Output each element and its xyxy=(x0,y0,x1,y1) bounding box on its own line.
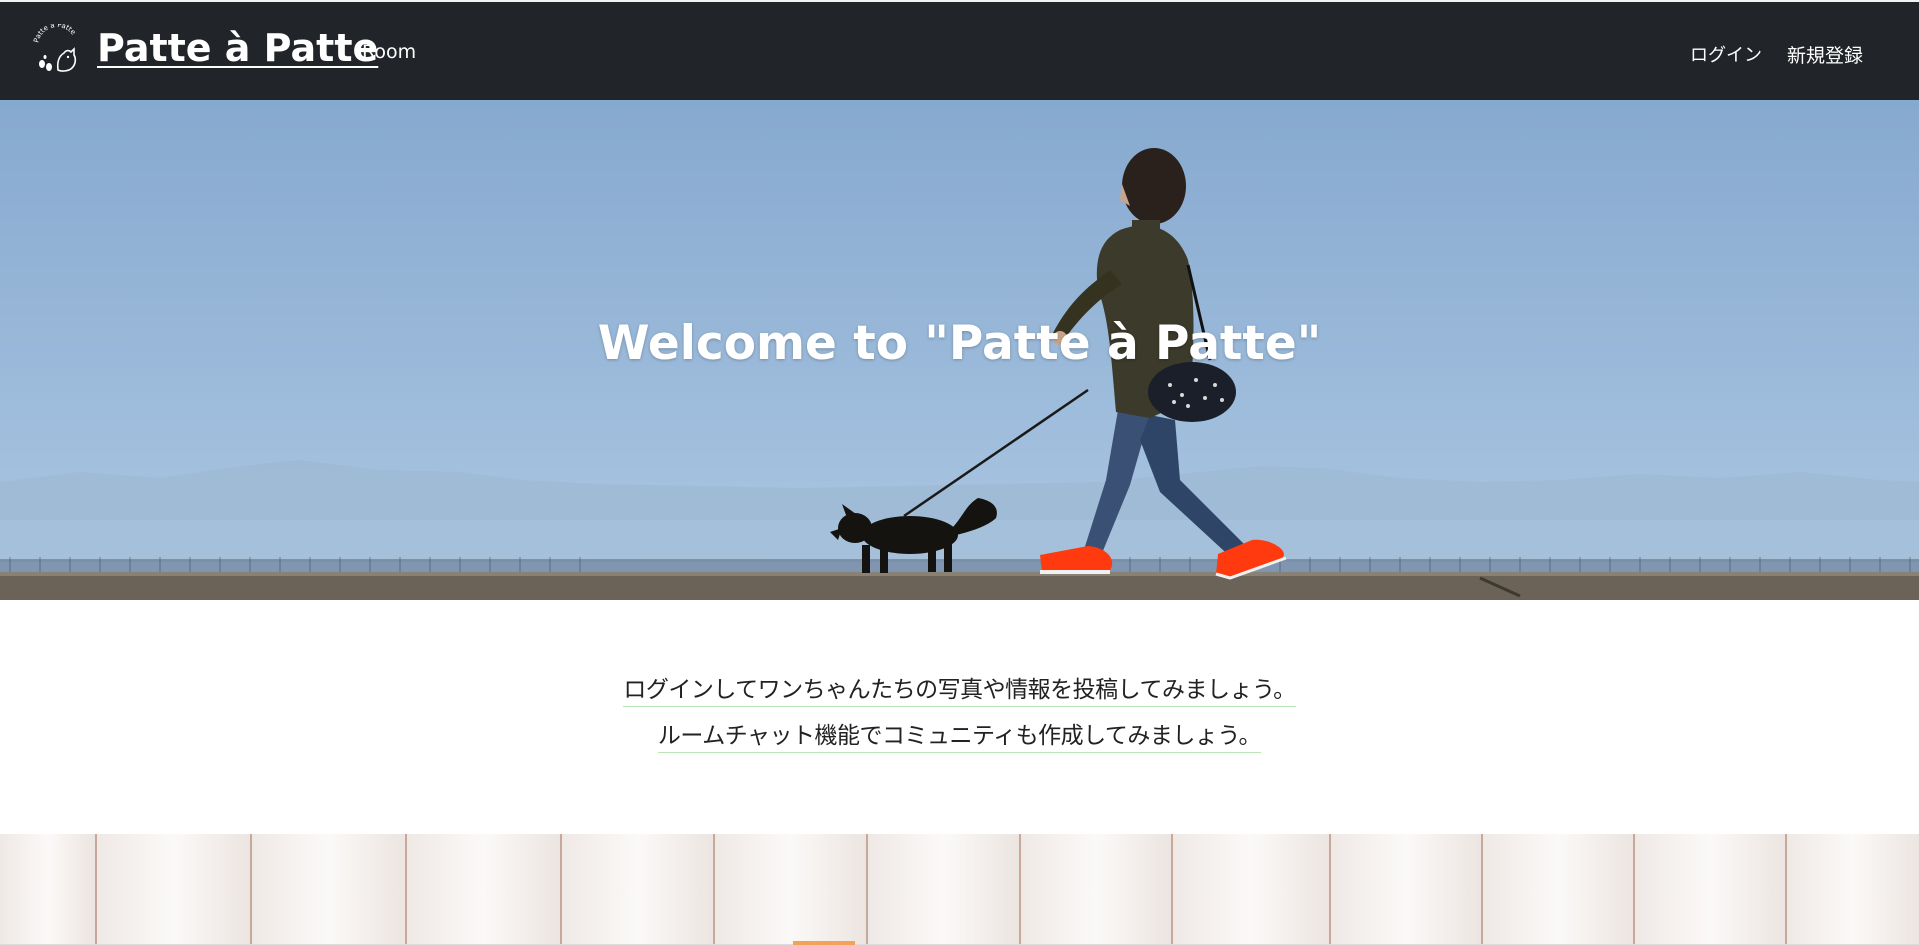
nav-link-signup[interactable]: 新規登録 xyxy=(1787,41,1863,68)
wood-panel-background xyxy=(0,834,1919,945)
intro-section: ログインしてワンちゃんたちの写真や情報を投稿してみましょう。 ルームチャット機能… xyxy=(0,670,1919,762)
nav-link-login[interactable]: ログイン xyxy=(1690,41,1762,67)
brand-title[interactable]: Patte à Patte xyxy=(97,26,378,70)
intro-line-2: ルームチャット機能でコミュニティも作成してみましょう。 xyxy=(657,716,1262,753)
navbar: Patte à Patte Patte à Patte Room ログイン 新規… xyxy=(0,0,1919,100)
brand-logo-icon[interactable]: Patte à Patte xyxy=(32,24,82,76)
content-tab-indicator xyxy=(793,941,855,945)
logo-text: Patte à Patte xyxy=(32,24,77,44)
hero-title: Welcome to "Patte à Patte" xyxy=(597,316,1322,371)
nav-link-room[interactable]: Room xyxy=(362,41,416,63)
intro-line-1: ログインしてワンちゃんたちの写真や情報を投稿してみましょう。 xyxy=(623,670,1296,707)
svg-text:Patte à Patte: Patte à Patte xyxy=(32,24,77,44)
wood-planks-image xyxy=(0,834,1919,945)
hero-banner: Welcome to "Patte à Patte" xyxy=(0,100,1919,600)
